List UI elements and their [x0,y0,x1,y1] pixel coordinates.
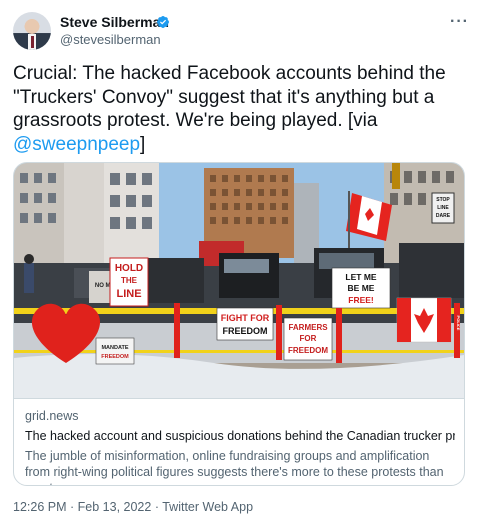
card-meta[interactable]: grid.news The hacked account and suspici… [14,398,464,485]
tweet-text-part: Crucial: The hacked Facebook accounts be… [13,63,446,131]
tweet-text: Crucial: The hacked Facebook accounts be… [13,62,468,156]
sign-mandate-1: MANDATE [101,345,128,351]
card-description: The jumble of misinformation, online fun… [25,449,444,485]
author-handle[interactable]: @stevesilberman [60,32,161,47]
sign-hold-line-2: THE [121,276,138,285]
card-image[interactable]: STOP LINE DARE NO HOLD THE LINE MANDATE … [14,163,464,398]
sign-letme-3: FREE! [348,295,374,305]
sign-letme-1: LET ME [345,272,376,282]
tweet-date[interactable]: Feb 13, 2022 [78,500,152,514]
sign-hold-line-3: LINE [116,288,141,300]
card-title[interactable]: The hacked account and suspicious donati… [25,429,455,443]
mention-link[interactable]: @sweepnpeep [13,134,140,155]
sign-farmers-1: FARMERS [288,323,328,332]
sign-letme-2: BE ME [348,283,375,293]
sign-stop-line-1: STOP [436,197,450,203]
sign-stop-line-3: DARE [436,213,451,219]
author-name[interactable]: Steve Silberman [60,14,169,30]
tweet: Steve Silberman @stevesilberman ··· Cruc… [0,0,478,523]
sign-fight-1: FIGHT FOR [221,313,270,323]
protest-photo: STOP LINE DARE NO HOLD THE LINE MANDATE … [14,163,464,398]
sign-mandate-2: FREEDOM [101,354,129,360]
more-options-icon[interactable]: ··· [450,13,469,31]
tweet-time[interactable]: 12:26 PM [13,500,67,514]
author-avatar[interactable] [13,12,51,50]
card-domain: grid.news [25,409,79,423]
sign-fight-2: FREEDOM [223,326,268,336]
sign-hold-line-1: HOLD [115,263,143,274]
sign-farmers-3: FREEDOM [288,346,328,355]
tweet-footer: 12:26 PM · Feb 13, 2022 · Twitter Web Ap… [13,500,253,514]
verified-badge-icon [157,16,169,28]
separator: · [70,500,75,514]
tweet-text-part: ] [140,133,146,155]
tweet-source[interactable]: Twitter Web App [162,500,253,514]
separator: · [154,500,159,514]
link-preview-card[interactable]: STOP LINE DARE NO HOLD THE LINE MANDATE … [13,162,465,486]
sign-farmers-2: FOR [300,334,317,343]
sign-stop-line-2: LINE [437,205,449,211]
sign-police: POLICE [456,316,461,331]
